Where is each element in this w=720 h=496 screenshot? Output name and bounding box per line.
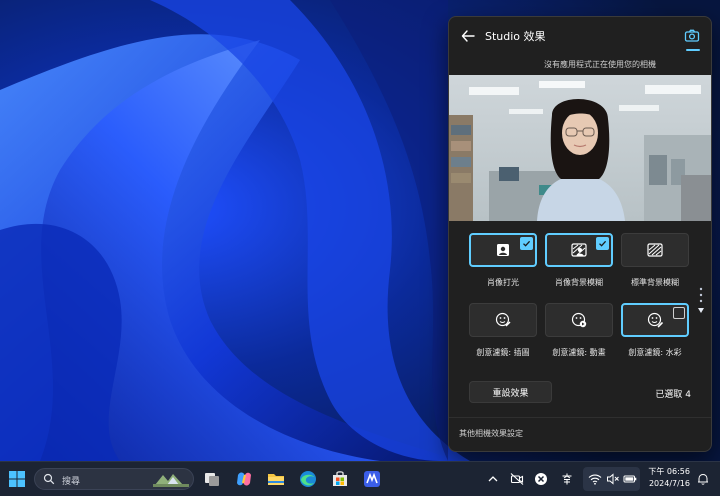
effect-standard-blur-tile[interactable] — [621, 233, 689, 267]
effect-label: 創意濾鏡: 水彩 — [628, 348, 682, 357]
portrait-light-icon — [497, 244, 509, 256]
animation-filter-icon — [571, 312, 587, 328]
taskbar-search-box[interactable]: 搜尋 — [34, 468, 194, 490]
checkbox-unchecked-icon[interactable] — [673, 307, 685, 319]
search-icon — [43, 473, 55, 485]
effect-watercolor-filter-tile[interactable] — [621, 303, 689, 337]
illustration-filter-icon — [495, 312, 511, 327]
volume-muted-icon[interactable] — [606, 472, 620, 486]
checkbox-checked-icon[interactable] — [596, 237, 609, 250]
task-view-icon[interactable] — [202, 469, 222, 489]
copilot-icon[interactable] — [234, 469, 254, 489]
portrait-blur-icon — [571, 243, 587, 257]
more-camera-settings-label: 其他相機效果設定 — [459, 429, 523, 438]
back-arrow-icon[interactable] — [459, 27, 477, 45]
effect-label: 創意濾鏡: 動畫 — [552, 348, 606, 357]
camera-status-text: 沒有應用程式正在使用您的相機 — [544, 60, 656, 69]
panel-header: Studio 效果 — [449, 17, 711, 55]
studio-effects-panel: Studio 效果 沒有應用程式正在使用您的相機 肖像打光 肖像背景模糊 標準背… — [448, 16, 712, 452]
scroll-indicator[interactable] — [697, 286, 705, 316]
taskbar-clock[interactable]: 下午 06:56 2024/7/16 — [644, 466, 690, 490]
search-placeholder: 搜尋 — [62, 477, 81, 487]
effect-label: 肖像打光 — [487, 278, 519, 287]
show-hidden-icons-chevron-up-icon[interactable] — [486, 472, 500, 486]
edge-browser-icon[interactable] — [298, 469, 318, 489]
notification-bell-icon[interactable] — [696, 472, 710, 486]
camera-icon[interactable] — [683, 26, 701, 46]
clock-date: 2024/7/16 — [648, 479, 690, 488]
camera-preview — [449, 75, 711, 221]
windows-start-icon[interactable] — [7, 469, 27, 489]
watercolor-filter-icon — [647, 312, 663, 328]
wifi-icon[interactable] — [588, 472, 602, 486]
reset-effects-button[interactable]: 重設效果 — [469, 381, 552, 403]
panel-title: Studio 效果 — [485, 30, 546, 43]
standard-blur-icon — [647, 243, 663, 257]
camera-tab-indicator — [686, 49, 700, 51]
pinned-app-icon[interactable] — [362, 469, 382, 489]
search-highlight-icon — [153, 474, 189, 487]
language-input-icon[interactable] — [560, 472, 574, 486]
battery-icon[interactable] — [623, 472, 637, 486]
camera-off-icon[interactable] — [510, 472, 524, 486]
file-explorer-icon[interactable] — [266, 469, 286, 489]
effect-label: 肖像背景模糊 — [555, 278, 603, 287]
close-circle-icon[interactable] — [534, 472, 548, 486]
taskbar: 搜尋 下午 06:56 2024/7/16 — [0, 461, 720, 496]
effect-label: 標準背景模糊 — [631, 278, 679, 287]
more-camera-settings-link[interactable]: 其他相機效果設定 — [449, 417, 711, 451]
effect-illustration-filter-tile[interactable] — [469, 303, 537, 337]
clock-time: 下午 06:56 — [648, 467, 690, 476]
effect-portrait-blur-tile[interactable] — [545, 233, 613, 267]
effect-animation-filter-tile[interactable] — [545, 303, 613, 337]
selected-count: 已選取 4 — [655, 390, 691, 400]
checkbox-checked-icon[interactable] — [520, 237, 533, 250]
effect-label: 創意濾鏡: 插圖 — [476, 348, 530, 357]
effect-portrait-light-tile[interactable] — [469, 233, 537, 267]
microsoft-store-icon[interactable] — [330, 469, 350, 489]
